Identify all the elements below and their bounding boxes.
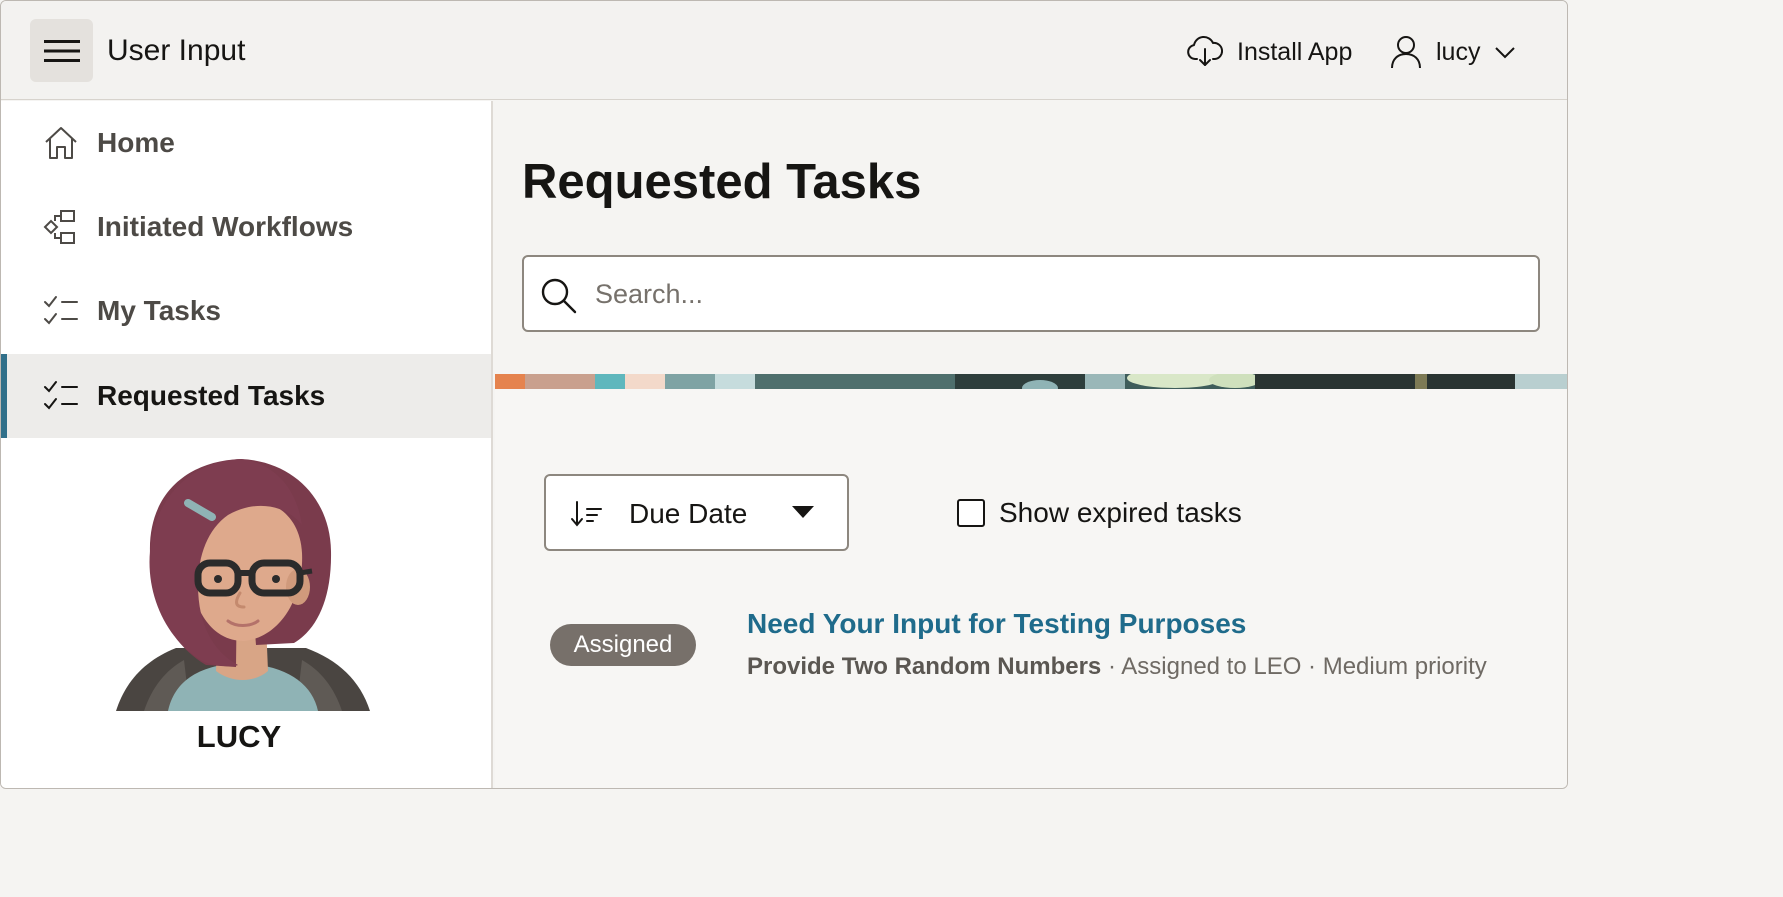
sidebar-item-my-tasks[interactable]: My Tasks bbox=[1, 269, 491, 353]
hamburger-icon bbox=[43, 39, 80, 62]
task-activity: Provide Two Random Numbers bbox=[747, 653, 1102, 680]
task-list-region: Due Date Show expired tasks Assigned Nee… bbox=[495, 389, 1567, 788]
task-assignment: · Assigned to LEO · Medium priority bbox=[1101, 653, 1487, 680]
search-icon bbox=[541, 278, 577, 314]
install-app-button[interactable]: Install App bbox=[1187, 33, 1352, 71]
show-expired-toggle[interactable]: Show expired tasks bbox=[957, 495, 1242, 531]
sidebar-item-label: Initiated Workflows bbox=[97, 211, 354, 242]
show-expired-checkbox[interactable] bbox=[957, 499, 985, 527]
sidebar-item-initiated-workflows[interactable]: Initiated Workflows bbox=[1, 185, 491, 269]
home-icon bbox=[45, 127, 77, 159]
user-name: lucy bbox=[1436, 37, 1481, 66]
task-title-link[interactable]: Need Your Input for Testing Purposes bbox=[747, 606, 1246, 642]
show-expired-label: Show expired tasks bbox=[999, 497, 1242, 528]
install-app-label: Install App bbox=[1237, 37, 1353, 66]
workflow-icon bbox=[43, 210, 75, 244]
avatar bbox=[116, 459, 370, 711]
checklist-icon bbox=[44, 296, 78, 325]
sort-select[interactable]: Due Date bbox=[544, 474, 849, 551]
sort-icon bbox=[571, 501, 602, 527]
sidebar-item-requested-tasks[interactable]: Requested Tasks bbox=[1, 354, 491, 438]
sidebar-item-label: Requested Tasks bbox=[97, 380, 326, 411]
main-content: Requested Tasks Search... Due Date Show … bbox=[495, 101, 1567, 788]
cloud-download-icon bbox=[1187, 36, 1223, 66]
sidebar-nav: Home Initiated Workflows My Tasks Reques… bbox=[1, 101, 493, 788]
sidebar-item-home[interactable]: Home bbox=[1, 101, 491, 185]
checklist-icon bbox=[44, 381, 78, 410]
decorative-banner bbox=[495, 374, 1567, 389]
sort-value: Due Date bbox=[629, 498, 748, 529]
sidebar-item-label: Home bbox=[97, 127, 175, 158]
user-icon bbox=[1391, 36, 1421, 69]
app-title: User Input bbox=[107, 34, 246, 67]
search-input[interactable] bbox=[595, 267, 1525, 321]
search-box[interactable] bbox=[522, 255, 1540, 332]
caret-down-icon bbox=[792, 506, 814, 518]
page-title: Requested Tasks bbox=[522, 155, 922, 209]
menu-button[interactable] bbox=[30, 19, 93, 82]
chevron-down-icon bbox=[1495, 47, 1516, 59]
status-badge: Assigned bbox=[550, 624, 696, 666]
profile-name: LUCY bbox=[196, 719, 282, 754]
task-meta: Provide Two Random Numbers · Assigned to… bbox=[747, 651, 1487, 683]
user-menu-button[interactable]: lucy bbox=[1390, 33, 1516, 71]
app-window: User Input Install App lucy Home Initiat… bbox=[0, 0, 1568, 789]
app-header: User Input Install App lucy bbox=[1, 1, 1567, 100]
sidebar-item-label: My Tasks bbox=[97, 295, 221, 326]
